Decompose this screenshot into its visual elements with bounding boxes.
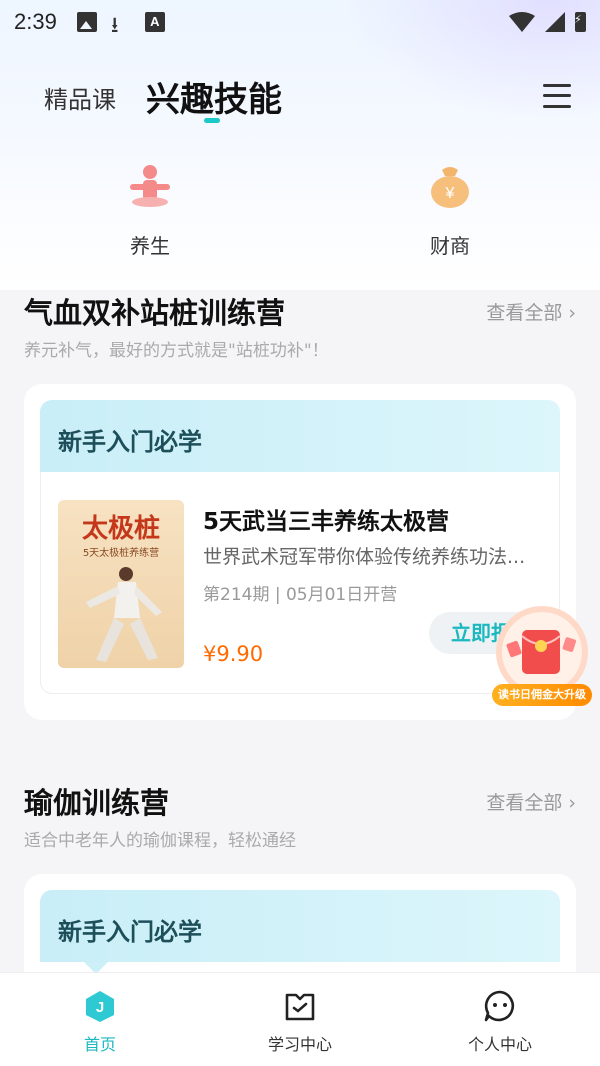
header-tabs: 精品课 兴趣技能 xyxy=(0,60,600,140)
a-notification-icon: A xyxy=(144,12,165,32)
nav-label: 个人中心 xyxy=(467,1035,532,1054)
course-price: ¥9.90 xyxy=(203,642,264,666)
tab-xingqu[interactable]: 兴趣技能 xyxy=(146,72,282,121)
download-icon xyxy=(111,8,131,46)
nav-label: 首页 xyxy=(83,1035,116,1054)
money-bag-icon: ¥ xyxy=(428,164,472,208)
thumbnail-title: 太极桩 xyxy=(81,514,160,544)
nav-label: 学习中心 xyxy=(267,1035,332,1054)
nav-study-center[interactable]: 学习中心 xyxy=(240,989,360,1055)
nav-home[interactable]: J 首页 xyxy=(40,989,160,1055)
menu-button[interactable] xyxy=(543,84,571,108)
status-bar: 2:39 A xyxy=(0,0,600,46)
course-item[interactable]: 太极桩 5天太极桩养练营 5天武当三丰养练太极营 世界武术冠军带你体验传统养练功… xyxy=(40,472,561,694)
banner-text: 新手入门必学 xyxy=(58,917,202,946)
signal-icon xyxy=(545,12,565,32)
section-subtitle: 养元补气，最好的方式就是"站桩功补"！ xyxy=(24,341,329,361)
promo-label: 读书日佣金大升级 xyxy=(492,684,592,706)
status-time: 2:39 xyxy=(14,9,57,34)
section-title: 气血双补站桩训练营 xyxy=(24,296,286,330)
wifi-icon xyxy=(509,12,535,32)
active-tab-indicator xyxy=(204,118,220,123)
course-title: 5天武当三丰养练太极营 xyxy=(203,509,450,535)
bottom-nav: J 首页 学习中心 个人中心 xyxy=(0,972,600,1066)
beginner-banner: 新手入门必学 xyxy=(40,890,560,974)
profile-icon xyxy=(483,989,517,1023)
course-description: 世界武术冠军带你体验传统养练功法... xyxy=(203,546,526,568)
tab-jingpin[interactable]: 精品课 xyxy=(44,80,116,115)
banner-text: 新手入门必学 xyxy=(58,427,202,456)
course-meta: 第214期 | 05月01日开营 xyxy=(203,585,398,605)
thumbnail-subtitle: 5天太极桩养练营 xyxy=(82,548,160,559)
beginner-banner: 新手入门必学 xyxy=(40,400,560,484)
home-badge-letter: J xyxy=(96,999,104,1016)
course-thumbnail: 太极桩 5天太极桩养练营 xyxy=(58,500,184,668)
taichi-figure xyxy=(86,567,162,662)
view-all-link[interactable]: 查看全部 › xyxy=(486,298,576,325)
section-yoga: 瑜伽训练营 适合中老年人的瑜伽课程，轻松通经 查看全部 › 新手入门必学 xyxy=(0,780,600,1066)
home-icon: J xyxy=(83,989,117,1023)
category-row: 养生 ¥ 财商 xyxy=(0,160,600,270)
study-icon xyxy=(283,989,317,1023)
image-notification-icon xyxy=(76,12,97,32)
promo-badge[interactable]: 读书日佣金大升级 xyxy=(492,606,592,706)
section-subtitle: 适合中老年人的瑜伽课程，轻松通经 xyxy=(24,831,296,851)
category-caishang[interactable]: ¥ 财商 xyxy=(390,160,510,259)
section-title: 瑜伽训练营 xyxy=(24,786,170,820)
category-label: 养生 xyxy=(130,234,170,258)
category-yangsheng[interactable]: 养生 xyxy=(90,160,210,259)
battery-icon xyxy=(574,12,586,32)
svg-text:¥: ¥ xyxy=(445,185,455,202)
view-all-link[interactable]: 查看全部 › xyxy=(486,788,576,815)
category-label: 财商 xyxy=(430,234,470,258)
meditation-icon xyxy=(128,164,172,208)
nav-profile-center[interactable]: 个人中心 xyxy=(440,989,560,1055)
